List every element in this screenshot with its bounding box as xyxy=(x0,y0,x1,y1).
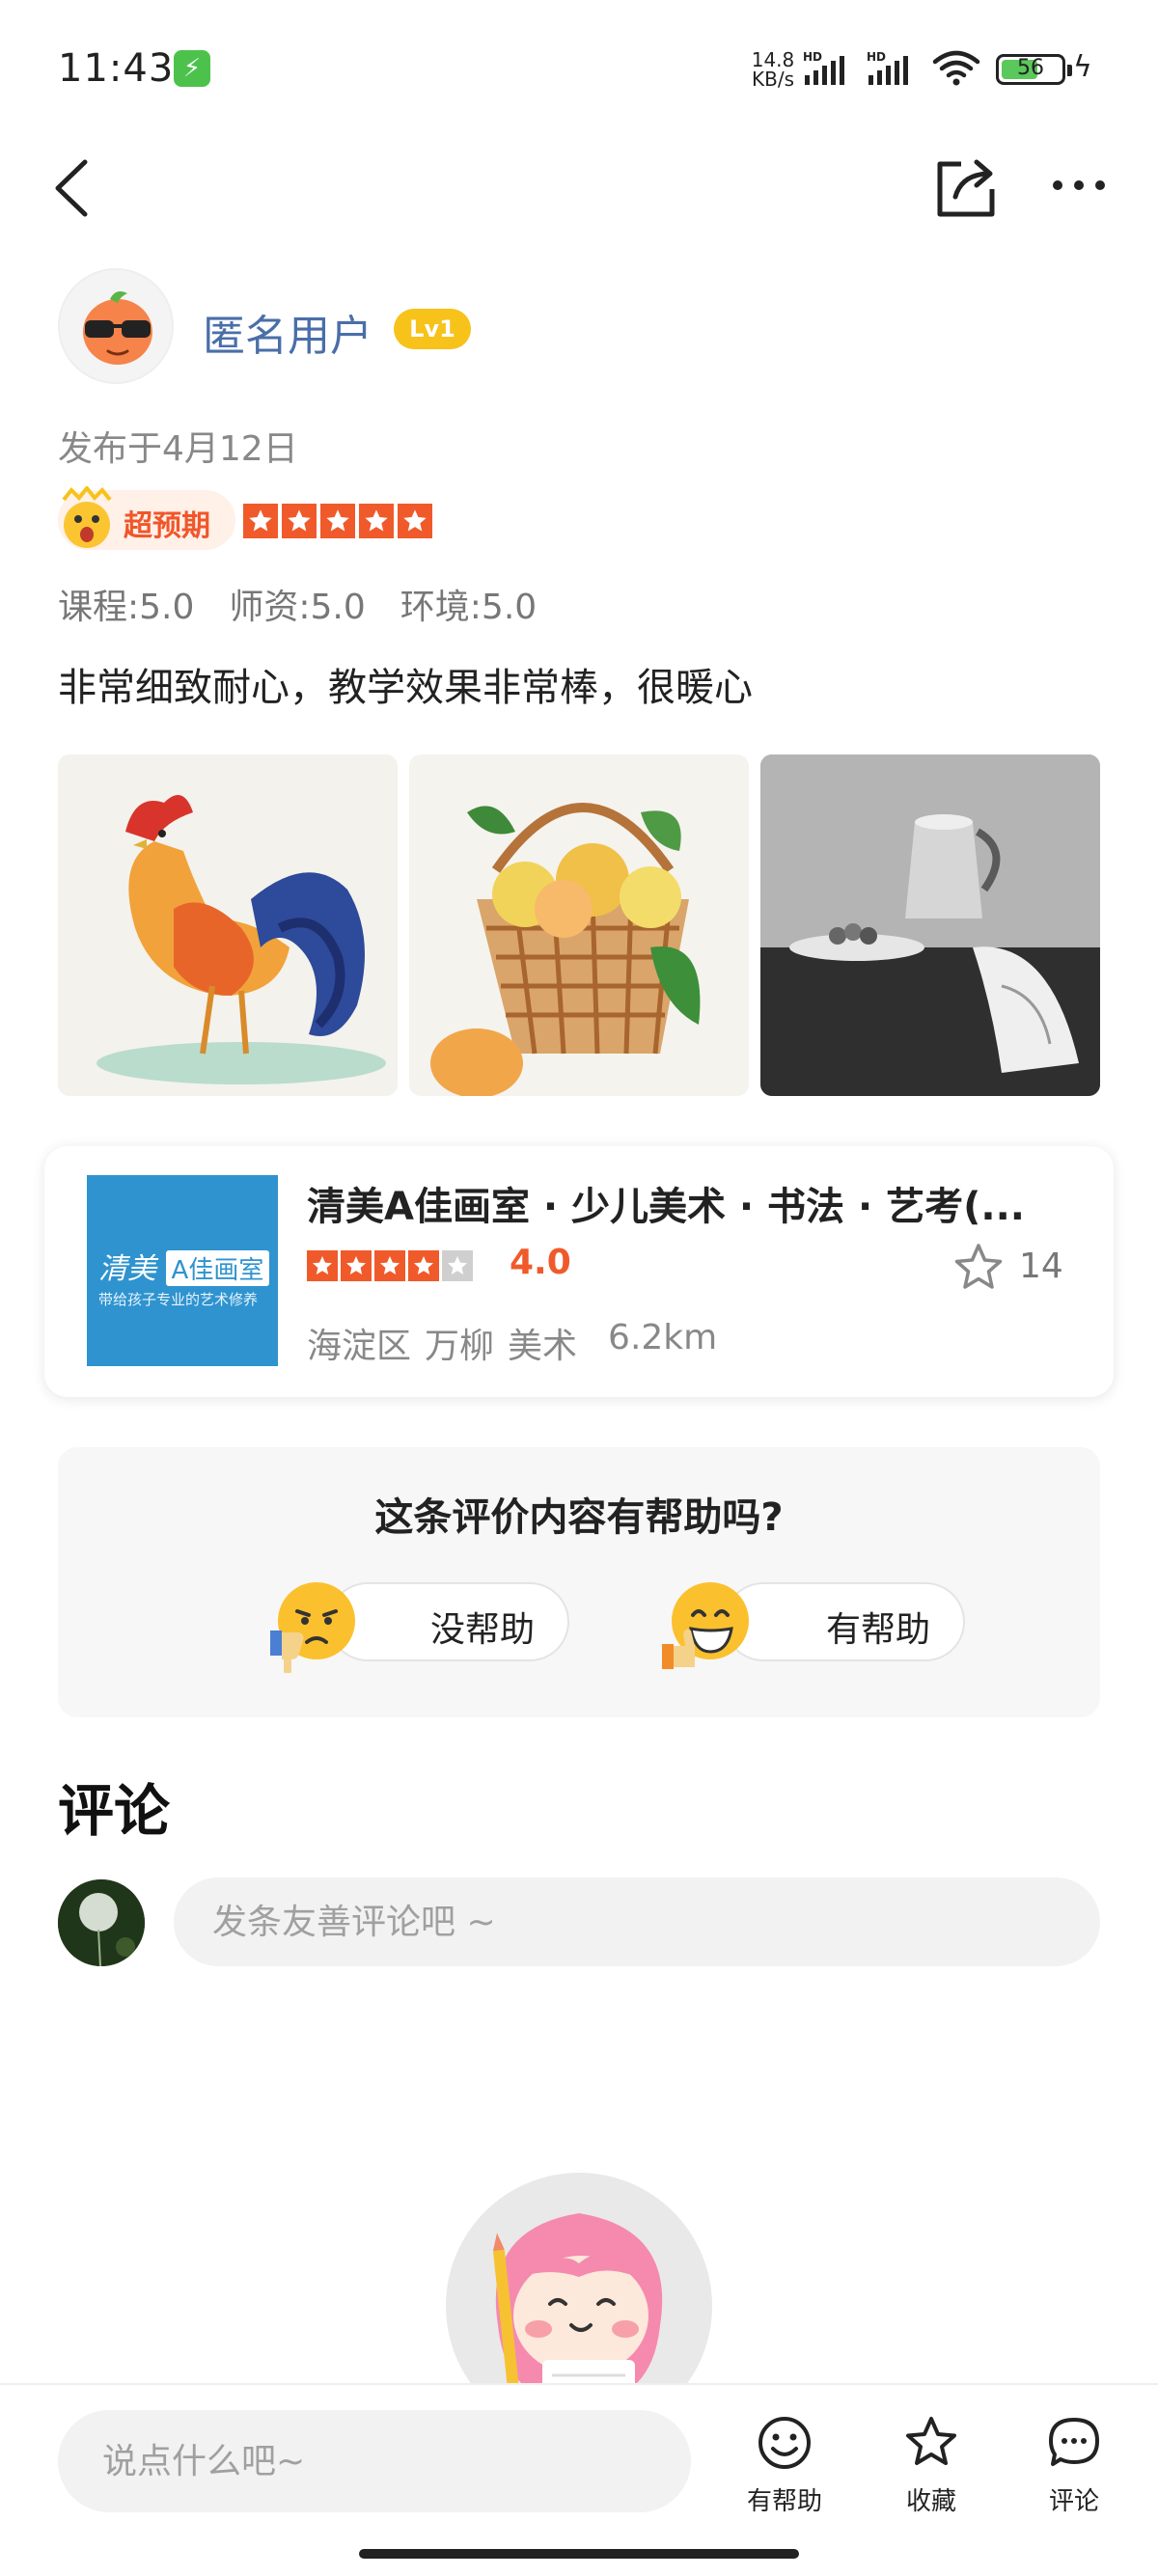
helpful-feedback: 这条评价内容有帮助吗? 没帮助 有帮助 xyxy=(58,1447,1100,1717)
network-speed-value: 14.8 xyxy=(751,48,795,71)
svg-text:HD: HD xyxy=(867,50,886,64)
review-photo-still-life[interactable] xyxy=(760,754,1100,1096)
sub-score-course: 课程:5.0 xyxy=(58,588,195,627)
favorite-star-icon[interactable] xyxy=(951,1241,1006,1295)
shop-logo-box-text: A佳画室 xyxy=(165,1250,270,1286)
star-outline-icon xyxy=(906,2417,956,2465)
favorite-count: 14 xyxy=(1019,1247,1063,1286)
surprised-emoji-icon xyxy=(62,486,112,548)
charging-app-icon: ⚡ xyxy=(174,50,210,87)
status-bar: 11:43 ⚡ 14.8 KB/s HD HD 56 ϟ xyxy=(0,0,1158,135)
comments-title: 评论 xyxy=(58,1778,171,1844)
comment-input[interactable] xyxy=(174,1877,1100,1966)
network-speed-unit: KB/s xyxy=(752,68,794,91)
shop-rating-stars xyxy=(307,1250,473,1281)
not-helpful-emoji-icon xyxy=(270,1582,355,1673)
username[interactable]: 匿名用户 xyxy=(203,301,372,363)
star-empty-icon xyxy=(442,1250,473,1281)
comment-bubble-icon xyxy=(1049,2418,1099,2466)
signal-icon: HD xyxy=(803,50,844,85)
publish-date: 发布于4月12日 xyxy=(58,429,298,469)
shop-area: 万柳 xyxy=(425,1327,495,1366)
smile-icon xyxy=(758,2417,811,2469)
shop-category: 美术 xyxy=(508,1327,578,1366)
favorite-action-button[interactable]: 收藏 xyxy=(878,2414,984,2520)
star-icon xyxy=(408,1250,439,1281)
shop-logo-subtitle: 带给孩子专业的艺术修养 xyxy=(98,1291,259,1308)
battery-icon: 56 xyxy=(996,54,1072,85)
empty-comments-illustration xyxy=(444,2171,714,2412)
battery-tip xyxy=(1067,65,1072,76)
shop-logo-text: 清美 xyxy=(98,1252,156,1286)
helpful-label: 有帮助 xyxy=(826,1610,931,1650)
helpful-button[interactable]: 有帮助 xyxy=(724,1582,965,1661)
helpful-emoji-icon xyxy=(662,1582,749,1669)
star-icon xyxy=(320,504,355,538)
status-time: 11:43 xyxy=(58,46,175,91)
shop-distance: 6.2km xyxy=(608,1318,718,1357)
review-stars xyxy=(243,504,432,538)
review-photo-rooster[interactable] xyxy=(58,754,398,1096)
battery-level: 56 xyxy=(1017,56,1044,80)
charging-bolt-icon: ϟ xyxy=(1073,50,1092,84)
rating-tag-label: 超预期 xyxy=(124,509,210,543)
sub-score-environment: 环境:5.0 xyxy=(400,588,538,627)
shop-score: 4.0 xyxy=(510,1243,571,1282)
comment-action-button[interactable]: 评论 xyxy=(1021,2414,1127,2520)
shop-district: 海淀区 xyxy=(307,1327,412,1366)
back-icon[interactable] xyxy=(48,154,106,222)
shop-card[interactable]: 清美 A佳画室 带给孩子专业的艺术修养 清美A佳画室 · 少儿美术 · 书法 ·… xyxy=(44,1146,1114,1397)
current-user-avatar[interactable] xyxy=(58,1879,145,1966)
wifi-icon xyxy=(932,50,980,86)
star-icon xyxy=(398,504,432,538)
sub-scores: 课程:5.0 师资:5.0 环境:5.0 xyxy=(58,579,537,629)
review-text: 非常细致耐心，教学效果非常棒，很暖心 xyxy=(58,666,753,710)
sub-score-teachers: 师资:5.0 xyxy=(229,588,366,627)
network-speed: 14.8 KB/s xyxy=(751,50,795,89)
share-icon[interactable] xyxy=(932,154,1000,222)
home-indicator[interactable] xyxy=(359,2549,799,2559)
star-icon xyxy=(282,504,317,538)
star-icon xyxy=(341,1250,372,1281)
helpful-action-label: 有帮助 xyxy=(746,2487,822,2516)
star-icon xyxy=(307,1250,338,1281)
helpful-question: 这条评价内容有帮助吗? xyxy=(374,1495,784,1540)
star-icon xyxy=(243,504,278,538)
shop-name[interactable]: 清美A佳画室 · 少儿美术 · 书法 · 艺考(... xyxy=(307,1175,1079,1231)
not-helpful-button[interactable]: 没帮助 xyxy=(328,1582,569,1661)
signal-icon-2: HD xyxy=(867,50,908,85)
bottom-comment-input[interactable] xyxy=(58,2410,691,2512)
bottom-bar: 有帮助 收藏 评论 xyxy=(0,2383,1158,2576)
shop-meta: 海淀区 万柳 美术 6.2km xyxy=(307,1318,717,1368)
review-photo-fruit-basket[interactable] xyxy=(409,754,749,1096)
star-icon xyxy=(359,504,394,538)
shop-logo: 清美 A佳画室 带给孩子专业的艺术修养 xyxy=(87,1175,278,1366)
not-helpful-label: 没帮助 xyxy=(430,1610,536,1650)
rating-tag: 超预期 xyxy=(58,486,235,550)
comment-action-label: 评论 xyxy=(1048,2487,1099,2516)
favorite-action-label: 收藏 xyxy=(905,2487,956,2516)
star-icon xyxy=(374,1250,405,1281)
helpful-action-button[interactable]: 有帮助 xyxy=(731,2414,838,2520)
top-nav xyxy=(0,135,1158,241)
review-photos xyxy=(58,754,1100,1096)
svg-text:HD: HD xyxy=(803,50,822,64)
shop-logo-wordmark: 清美 A佳画室 xyxy=(98,1245,270,1287)
more-icon[interactable] xyxy=(1050,176,1108,195)
user-avatar[interactable] xyxy=(58,268,174,384)
level-badge: Lv1 xyxy=(394,309,471,349)
